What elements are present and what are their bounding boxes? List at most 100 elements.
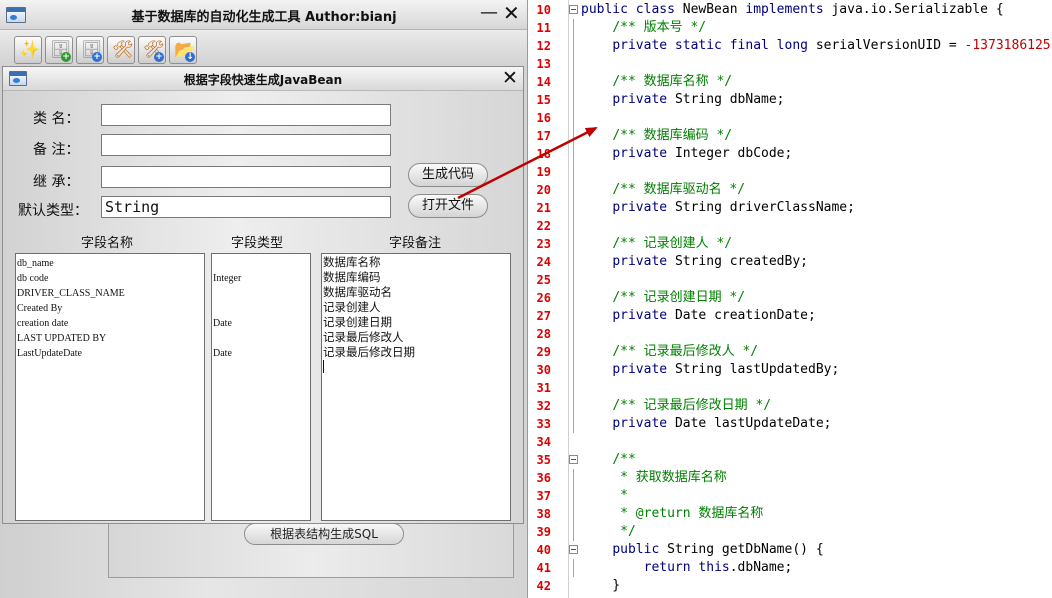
code-token: String dbName; xyxy=(674,92,785,107)
line-number: 13 xyxy=(536,57,551,71)
code-token: String createdBy; xyxy=(674,254,808,269)
field-name-line: db_name xyxy=(17,258,54,269)
close-icon[interactable]: ✕ xyxy=(503,3,520,23)
fold-strip xyxy=(569,0,579,598)
code-editor[interactable]: 10 11 12 13 14 15 16 17 18 19 20 21 22 23 24 25 26 27 28 29… xyxy=(529,0,1052,598)
code-token: /** 版本号 */ xyxy=(612,20,707,35)
toolbar-button-wand[interactable]: ✨ xyxy=(14,36,42,64)
line-number: 35 xyxy=(536,453,551,467)
toolbar-button-database-refresh[interactable]: 🗄 + xyxy=(76,36,104,64)
code-line: */ xyxy=(581,523,636,541)
remark-input[interactable] xyxy=(101,134,391,156)
code-token: private xyxy=(612,416,675,431)
collapse-icon[interactable] xyxy=(569,545,578,554)
code-line: private Date creationDate; xyxy=(581,307,816,325)
field-type-line xyxy=(212,256,310,271)
tools-icon: 🛠 xyxy=(112,40,134,60)
code-token: serialVersionUID = xyxy=(815,38,965,53)
toolbar-button-database-add[interactable]: 🗄 + xyxy=(45,36,73,64)
code-line: public class NewBean implements java.io.… xyxy=(581,1,1004,19)
collapse-icon[interactable] xyxy=(569,5,578,14)
fold-guide xyxy=(573,469,574,541)
code-line: /** 数据库编码 */ xyxy=(581,127,732,145)
field-type-textarea[interactable]: Integer Date Date xyxy=(211,253,311,521)
dialog-close-icon[interactable]: ✕ xyxy=(502,69,518,88)
extends-input[interactable] xyxy=(101,166,391,188)
line-number: 27 xyxy=(536,309,551,323)
code-token: } xyxy=(581,578,621,593)
field-name-line: LAST UPDATED BY xyxy=(17,333,107,344)
code-line: * 获取数据库名称 xyxy=(581,469,727,487)
field-type-line xyxy=(212,286,310,301)
class-name-input[interactable] xyxy=(101,104,391,126)
field-type-header: 字段类型 xyxy=(231,236,284,251)
code-line: /** 记录创建日期 */ xyxy=(581,289,745,307)
code-line: /** 记录最后修改人 */ xyxy=(581,343,758,361)
line-number: 31 xyxy=(536,381,551,395)
field-remark-textarea[interactable]: 数据库名称 数据库编码 数据库驱动名 记录创建人 记录创建日期 记录最后修改人 记录最后修改… xyxy=(321,253,511,521)
code-line: private static final long serialVersionU… xyxy=(581,37,1050,55)
code-token: /** 记录最后修改人 */ xyxy=(612,344,759,359)
code-token: /** 记录最后修改日期 */ xyxy=(612,398,772,413)
minimize-button[interactable]: — xyxy=(480,4,498,22)
code-line: private String dbName; xyxy=(581,91,785,109)
field-name-header: 字段名称 xyxy=(81,236,134,251)
code-token: private xyxy=(612,200,675,215)
line-number: 34 xyxy=(536,435,551,449)
field-name-line: Created By xyxy=(17,303,63,314)
line-number: 30 xyxy=(536,363,551,377)
code-line: /** 记录最后修改日期 */ xyxy=(581,397,771,415)
badge-icon: + xyxy=(92,52,102,62)
field-remark-line: 数据库编码 xyxy=(323,270,381,284)
code-line: * xyxy=(581,487,628,505)
badge-icon: + xyxy=(154,52,164,62)
open-file-button[interactable]: 打开文件 xyxy=(408,194,488,218)
line-number: 36 xyxy=(536,471,551,485)
field-name-line: LastUpdateDate xyxy=(17,348,82,359)
line-number: 26 xyxy=(536,291,551,305)
dialog-titlebar[interactable]: 根据字段快速生成JavaBean ✕ xyxy=(3,67,523,91)
field-remark-line: 记录创建人 xyxy=(323,300,381,314)
code-line: private String createdBy; xyxy=(581,253,808,271)
code-token: */ xyxy=(620,524,636,539)
fold-guide xyxy=(573,559,574,577)
field-name-textarea[interactable]: db_name db code DRIVER_CLASS_NAME Created B… xyxy=(15,253,205,521)
generate-code-button[interactable]: 生成代码 xyxy=(408,163,488,187)
code-token: Integer dbCode; xyxy=(674,146,793,161)
default-type-input[interactable]: String xyxy=(101,196,391,218)
code-line: * @return 数据库名称 xyxy=(581,505,763,523)
line-number: 42 xyxy=(536,579,551,593)
field-type-line xyxy=(212,301,310,316)
line-number: 40 xyxy=(536,543,551,557)
line-number: 32 xyxy=(536,399,551,413)
code-token: java.io.Serializable { xyxy=(831,2,1004,17)
toolbar-button-tools-add[interactable]: 🛠 + xyxy=(138,36,166,64)
app-titlebar[interactable]: 基于数据库的自动化生成工具 Author:bianj — ✕ xyxy=(0,0,527,30)
code-token: Date lastUpdateDate; xyxy=(674,416,832,431)
app-title: 基于数据库的自动化生成工具 Author:bianj xyxy=(131,10,397,25)
toolbar-button-tools[interactable]: 🛠 xyxy=(107,36,135,64)
code-token: private xyxy=(612,362,675,377)
field-remark-line: 记录最后修改人 xyxy=(323,330,404,344)
code-token: .dbName; xyxy=(729,560,793,575)
code-token: Date creationDate; xyxy=(674,308,816,323)
class-name-label: 类 名： xyxy=(33,111,80,127)
collapse-icon[interactable] xyxy=(569,455,578,464)
toolbar-button-folder-download[interactable]: 📂 ↓ xyxy=(169,36,197,64)
code-token: private xyxy=(612,308,675,323)
generate-sql-button[interactable]: 根据表结构生成SQL xyxy=(244,523,404,545)
line-number: 17 xyxy=(536,129,551,143)
field-name-line: creation date xyxy=(17,318,69,329)
code-line: /** 记录创建人 */ xyxy=(581,235,732,253)
code-token: /** 数据库名称 */ xyxy=(612,74,733,89)
code-token: /** 记录创建日期 */ xyxy=(612,290,746,305)
line-number: 20 xyxy=(536,183,551,197)
